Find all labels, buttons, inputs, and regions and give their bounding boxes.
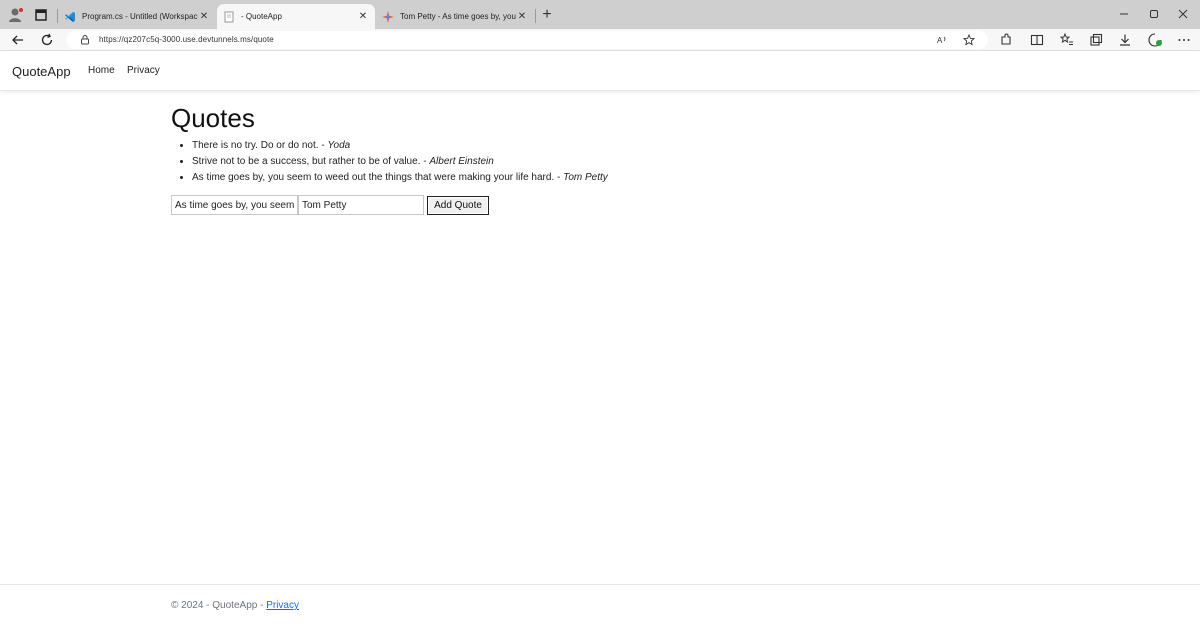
close-icon[interactable]: ✕ xyxy=(516,11,528,22)
quote-item: There is no try. Do or do not. - Yoda xyxy=(192,138,871,154)
site-navbar: QuoteApp Home Privacy xyxy=(0,51,1200,91)
author-input[interactable] xyxy=(298,195,424,215)
quote-list: There is no try. Do or do not. - Yoda St… xyxy=(171,138,871,186)
quote-text: As time goes by, you seem to weed out th… xyxy=(192,172,564,183)
quote-text: There is no try. Do or do not. - xyxy=(192,140,328,151)
tab-actions-icon[interactable] xyxy=(34,8,48,22)
page-viewport: QuoteApp Home Privacy Quotes There is no… xyxy=(0,51,1200,628)
navbar-brand[interactable]: QuoteApp xyxy=(12,64,71,79)
quote-text: Strive not to be a success, but rather t… xyxy=(192,156,430,167)
sparkle-icon xyxy=(382,10,394,23)
tab-title: Tom Petty - As time goes by, you xyxy=(400,12,516,21)
minimize-icon[interactable] xyxy=(1117,7,1131,21)
quote-author: Yoda xyxy=(327,140,351,151)
tab-tom-petty[interactable]: Tom Petty - As time goes by, you ✕ xyxy=(376,4,534,29)
maximize-icon[interactable] xyxy=(1147,7,1161,21)
footer-copyright: © 2024 - QuoteApp - xyxy=(171,600,267,611)
svg-text:A: A xyxy=(937,36,943,45)
back-icon[interactable] xyxy=(10,32,26,48)
favorites-icon[interactable] xyxy=(1059,32,1075,48)
main-content: Quotes There is no try. Do or do not. - … xyxy=(171,103,871,186)
url-text: https://qz207c5q-3000.use.devtunnels.ms/… xyxy=(99,35,274,44)
close-icon[interactable]: ✕ xyxy=(198,11,210,22)
tab-quoteapp[interactable]: - QuoteApp ✕ xyxy=(217,4,375,29)
extensions-icon[interactable] xyxy=(998,32,1014,48)
nav-link-privacy[interactable]: Privacy xyxy=(127,65,160,76)
more-options-icon[interactable] xyxy=(1176,32,1192,48)
footer-privacy-link[interactable]: Privacy xyxy=(266,600,299,611)
browser-toolbar: https://qz207c5q-3000.use.devtunnels.ms/… xyxy=(0,29,1200,51)
quote-author: Tom Petty xyxy=(563,172,608,183)
address-bar[interactable]: https://qz207c5q-3000.use.devtunnels.ms/… xyxy=(66,31,988,49)
footer-text: © 2024 - QuoteApp - Privacy xyxy=(171,600,299,611)
window-close-icon[interactable] xyxy=(1176,7,1190,21)
collections-icon[interactable] xyxy=(1088,32,1104,48)
site-info-icon[interactable] xyxy=(79,34,91,46)
quote-author: Albert Einstein xyxy=(429,156,494,167)
profile-icon[interactable] xyxy=(8,7,24,23)
tab-vscode[interactable]: Program.cs - Untitled (Workspace) ✕ xyxy=(58,4,216,29)
add-quote-button[interactable]: Add Quote xyxy=(427,196,489,215)
quote-item: Strive not to be a success, but rather t… xyxy=(192,154,871,170)
browser-tab-strip: Program.cs - Untitled (Workspace) ✕ - Qu… xyxy=(0,0,1200,29)
tab-separator xyxy=(535,9,536,23)
tab-title: Program.cs - Untitled (Workspace) xyxy=(82,12,198,21)
quote-text-input[interactable] xyxy=(171,195,298,215)
page-title: Quotes xyxy=(171,103,255,133)
tab-title: - QuoteApp xyxy=(241,12,282,21)
close-icon[interactable]: ✕ xyxy=(357,11,369,22)
refresh-icon[interactable] xyxy=(39,32,55,48)
favorite-star-icon[interactable] xyxy=(963,34,975,46)
new-tab-button[interactable]: + xyxy=(539,6,555,24)
read-aloud-icon[interactable]: A xyxy=(936,34,948,46)
vscode-icon xyxy=(65,11,75,22)
quote-item: As time goes by, you seem to weed out th… xyxy=(192,170,871,186)
site-footer: © 2024 - QuoteApp - Privacy xyxy=(0,584,1200,628)
split-screen-icon[interactable] xyxy=(1029,32,1045,48)
downloads-icon[interactable] xyxy=(1117,32,1133,48)
browser-essentials-icon[interactable] xyxy=(1147,32,1163,48)
nav-link-home[interactable]: Home xyxy=(88,65,115,76)
page-icon xyxy=(224,11,234,22)
